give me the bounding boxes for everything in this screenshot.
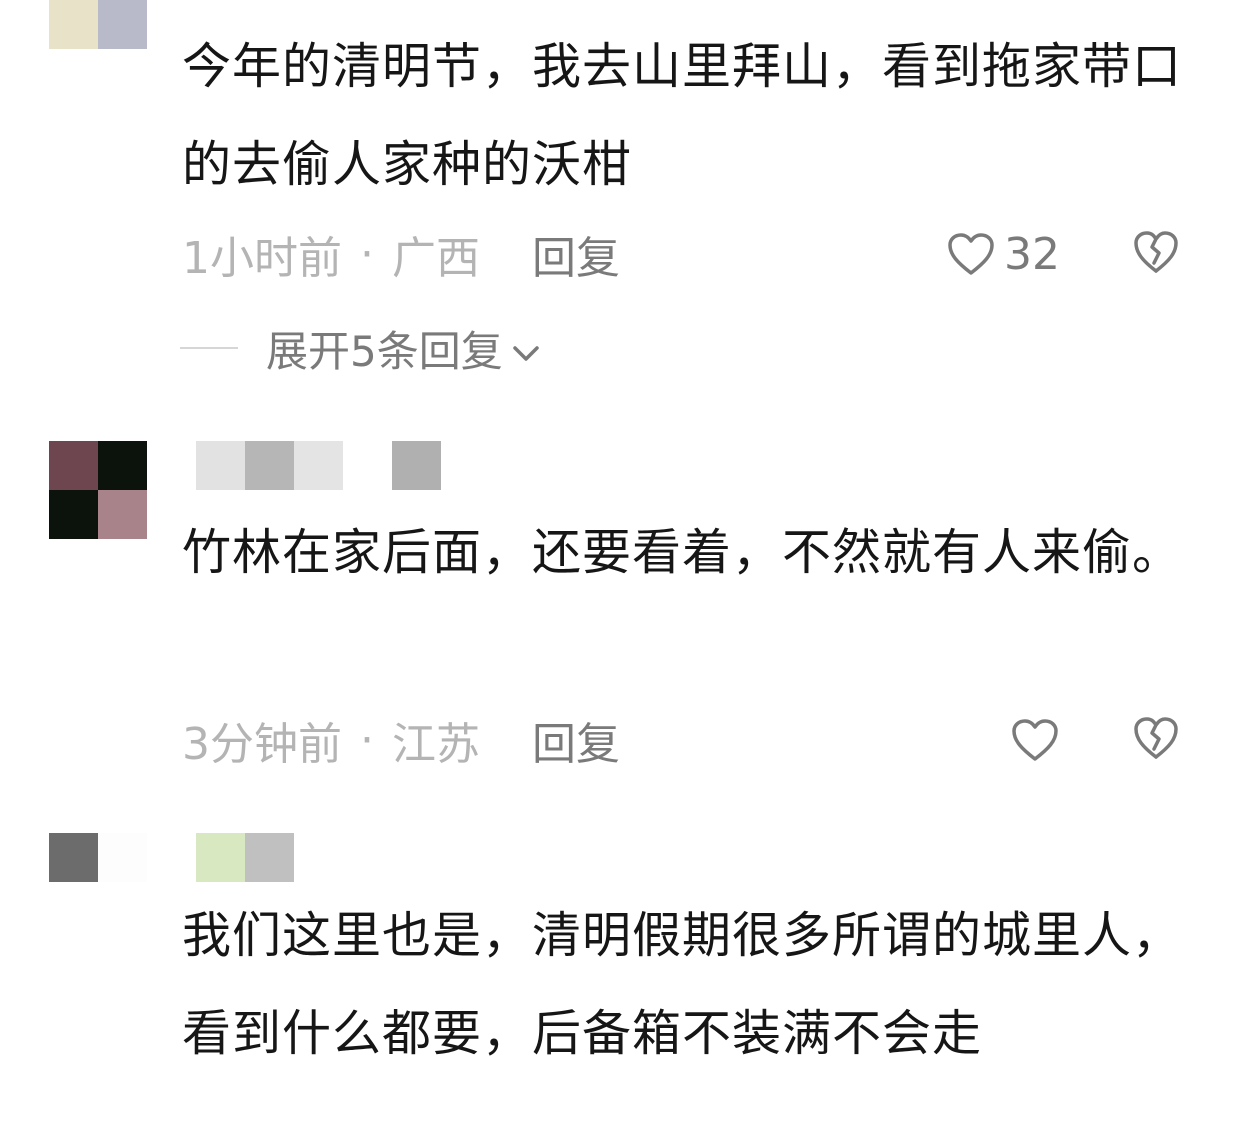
meta-separator: · bbox=[360, 228, 374, 280]
comment-text: 今年的清明节，我去山里拜山，看到拖家带口的去偷人家种的沃柑 bbox=[182, 38, 1183, 193]
avatar-pixel bbox=[98, 490, 147, 539]
expand-replies-button[interactable]: 展开5条回复 bbox=[180, 318, 541, 378]
username[interactable] bbox=[196, 441, 441, 490]
divider-line bbox=[180, 347, 238, 349]
avatar-pixel bbox=[49, 490, 98, 539]
dislike-button[interactable] bbox=[1132, 224, 1180, 284]
avatar-pixel bbox=[98, 833, 147, 882]
reply-button[interactable]: 回复 bbox=[532, 222, 620, 286]
like-button[interactable] bbox=[1010, 710, 1060, 770]
expand-replies-label: 展开5条回复 bbox=[266, 326, 503, 376]
comment-location: 广西 bbox=[392, 233, 480, 284]
like-button[interactable]: 32 bbox=[946, 224, 1060, 284]
comment-meta: 3分钟前 · 江苏 回复 bbox=[182, 708, 620, 772]
avatar[interactable] bbox=[49, 441, 147, 539]
comment-text: 竹林在家后面，还要看着，不然就有人来偷。 bbox=[182, 524, 1183, 581]
comment-text: 我们这里也是，清明假期很多所谓的城里人，看到什么都要，后备箱不装满不会走 bbox=[182, 907, 1183, 1062]
chevron-down-icon bbox=[503, 324, 541, 373]
broken-heart-icon bbox=[1132, 715, 1180, 765]
meta-separator: · bbox=[360, 714, 374, 766]
reply-button[interactable]: 回复 bbox=[532, 708, 620, 772]
comment-location: 江苏 bbox=[392, 719, 480, 770]
comment-time: 1小时前 bbox=[182, 233, 342, 284]
avatar-pixel bbox=[49, 441, 98, 490]
avatar[interactable] bbox=[49, 833, 147, 931]
avatar[interactable] bbox=[49, 0, 147, 49]
heart-outline-icon bbox=[946, 231, 996, 277]
comment-time: 3分钟前 bbox=[182, 719, 342, 770]
avatar-pixel bbox=[49, 0, 98, 49]
username[interactable] bbox=[196, 833, 294, 882]
comment-meta: 1小时前 · 广西 回复 bbox=[182, 222, 620, 286]
avatar-pixel bbox=[98, 0, 147, 49]
avatar-pixel bbox=[49, 833, 98, 882]
heart-outline-icon bbox=[1010, 717, 1060, 763]
avatar-pixel bbox=[98, 441, 147, 490]
dislike-button[interactable] bbox=[1132, 710, 1180, 770]
broken-heart-icon bbox=[1132, 229, 1180, 279]
like-count: 32 bbox=[1004, 228, 1060, 280]
